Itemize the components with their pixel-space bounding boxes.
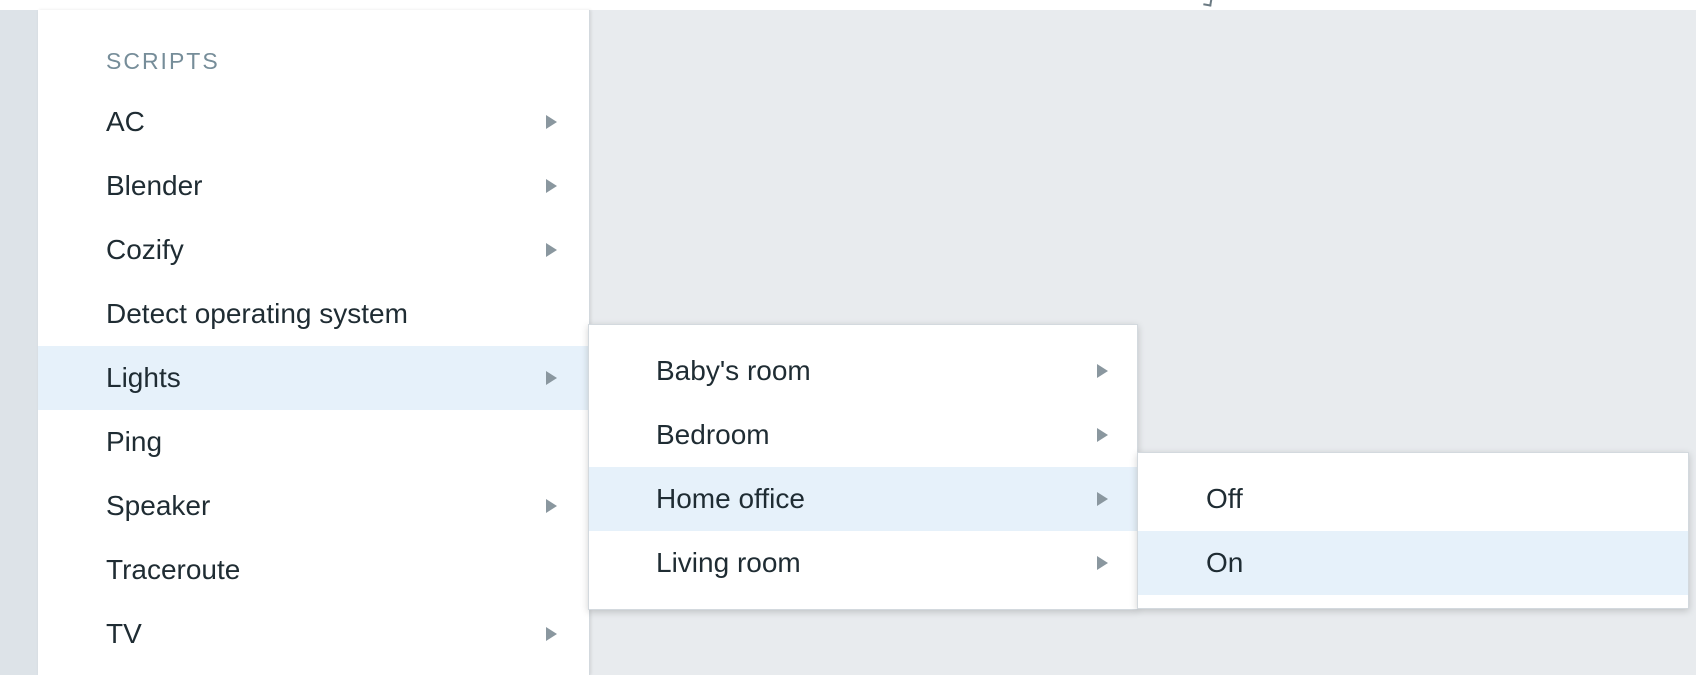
submenu-item-bedroom[interactable]: Bedroom <box>589 403 1137 467</box>
menu-item-label: Ping <box>106 426 163 457</box>
submenu-item-label: On <box>1206 547 1244 578</box>
submenu-item-label: Home office <box>656 483 805 514</box>
submenu-item-off[interactable]: Off <box>1138 467 1688 531</box>
menu-item-speaker[interactable]: Speaker <box>38 474 590 538</box>
submenu-item-living-room[interactable]: Living room <box>589 531 1137 595</box>
submenu-arrow-icon <box>546 627 557 641</box>
submenu-item-label: Off <box>1206 483 1243 514</box>
menu-item-cozify[interactable]: Cozify <box>38 218 590 282</box>
submenu-arrow-icon <box>1097 556 1108 570</box>
menu-item-tv[interactable]: TV <box>38 602 590 666</box>
left-sidebar-edge <box>0 10 38 675</box>
home-office-submenu: Off On <box>1137 452 1689 609</box>
submenu-item-home-office[interactable]: Home office <box>589 467 1137 531</box>
submenu-item-label: Living room <box>656 547 801 578</box>
submenu-arrow-icon <box>546 243 557 257</box>
menu-item-label: AC <box>106 106 145 137</box>
submenu-item-babys-room[interactable]: Baby's room <box>589 339 1137 403</box>
menu-item-label: Speaker <box>106 490 211 521</box>
menu-item-label: TV <box>106 618 142 649</box>
menu-item-label: Traceroute <box>106 554 241 585</box>
lights-submenu: Baby's room Bedroom Home office Living r… <box>588 324 1138 610</box>
scripts-menu-header: SCRIPTS <box>106 48 220 74</box>
submenu-arrow-icon <box>1097 364 1108 378</box>
submenu-arrow-icon <box>546 371 557 385</box>
menu-item-detect-operating-system[interactable]: Detect operating system <box>38 282 590 346</box>
menu-item-label: Blender <box>106 170 203 201</box>
submenu-arrow-icon <box>1097 492 1108 506</box>
menu-item-ping[interactable]: Ping <box>38 410 590 474</box>
top-bar-strip <box>0 0 1696 10</box>
menu-item-blender[interactable]: Blender <box>38 154 590 218</box>
menu-item-label: Cozify <box>106 234 184 265</box>
submenu-item-label: Baby's room <box>656 355 811 386</box>
menu-item-lights[interactable]: Lights <box>38 346 590 410</box>
menu-item-ac[interactable]: AC <box>38 90 590 154</box>
menu-item-label: Lights <box>106 362 181 393</box>
submenu-arrow-icon <box>546 115 557 129</box>
submenu-arrow-icon <box>1097 428 1108 442</box>
scripts-menu: SCRIPTS AC Blender Cozify Detect operati… <box>38 10 590 675</box>
menu-item-label: Detect operating system <box>106 298 408 329</box>
submenu-arrow-icon <box>546 499 557 513</box>
submenu-item-label: Bedroom <box>656 419 770 450</box>
submenu-arrow-icon <box>546 179 557 193</box>
menu-item-traceroute[interactable]: Traceroute <box>38 538 590 602</box>
submenu-item-on[interactable]: On <box>1138 531 1688 595</box>
